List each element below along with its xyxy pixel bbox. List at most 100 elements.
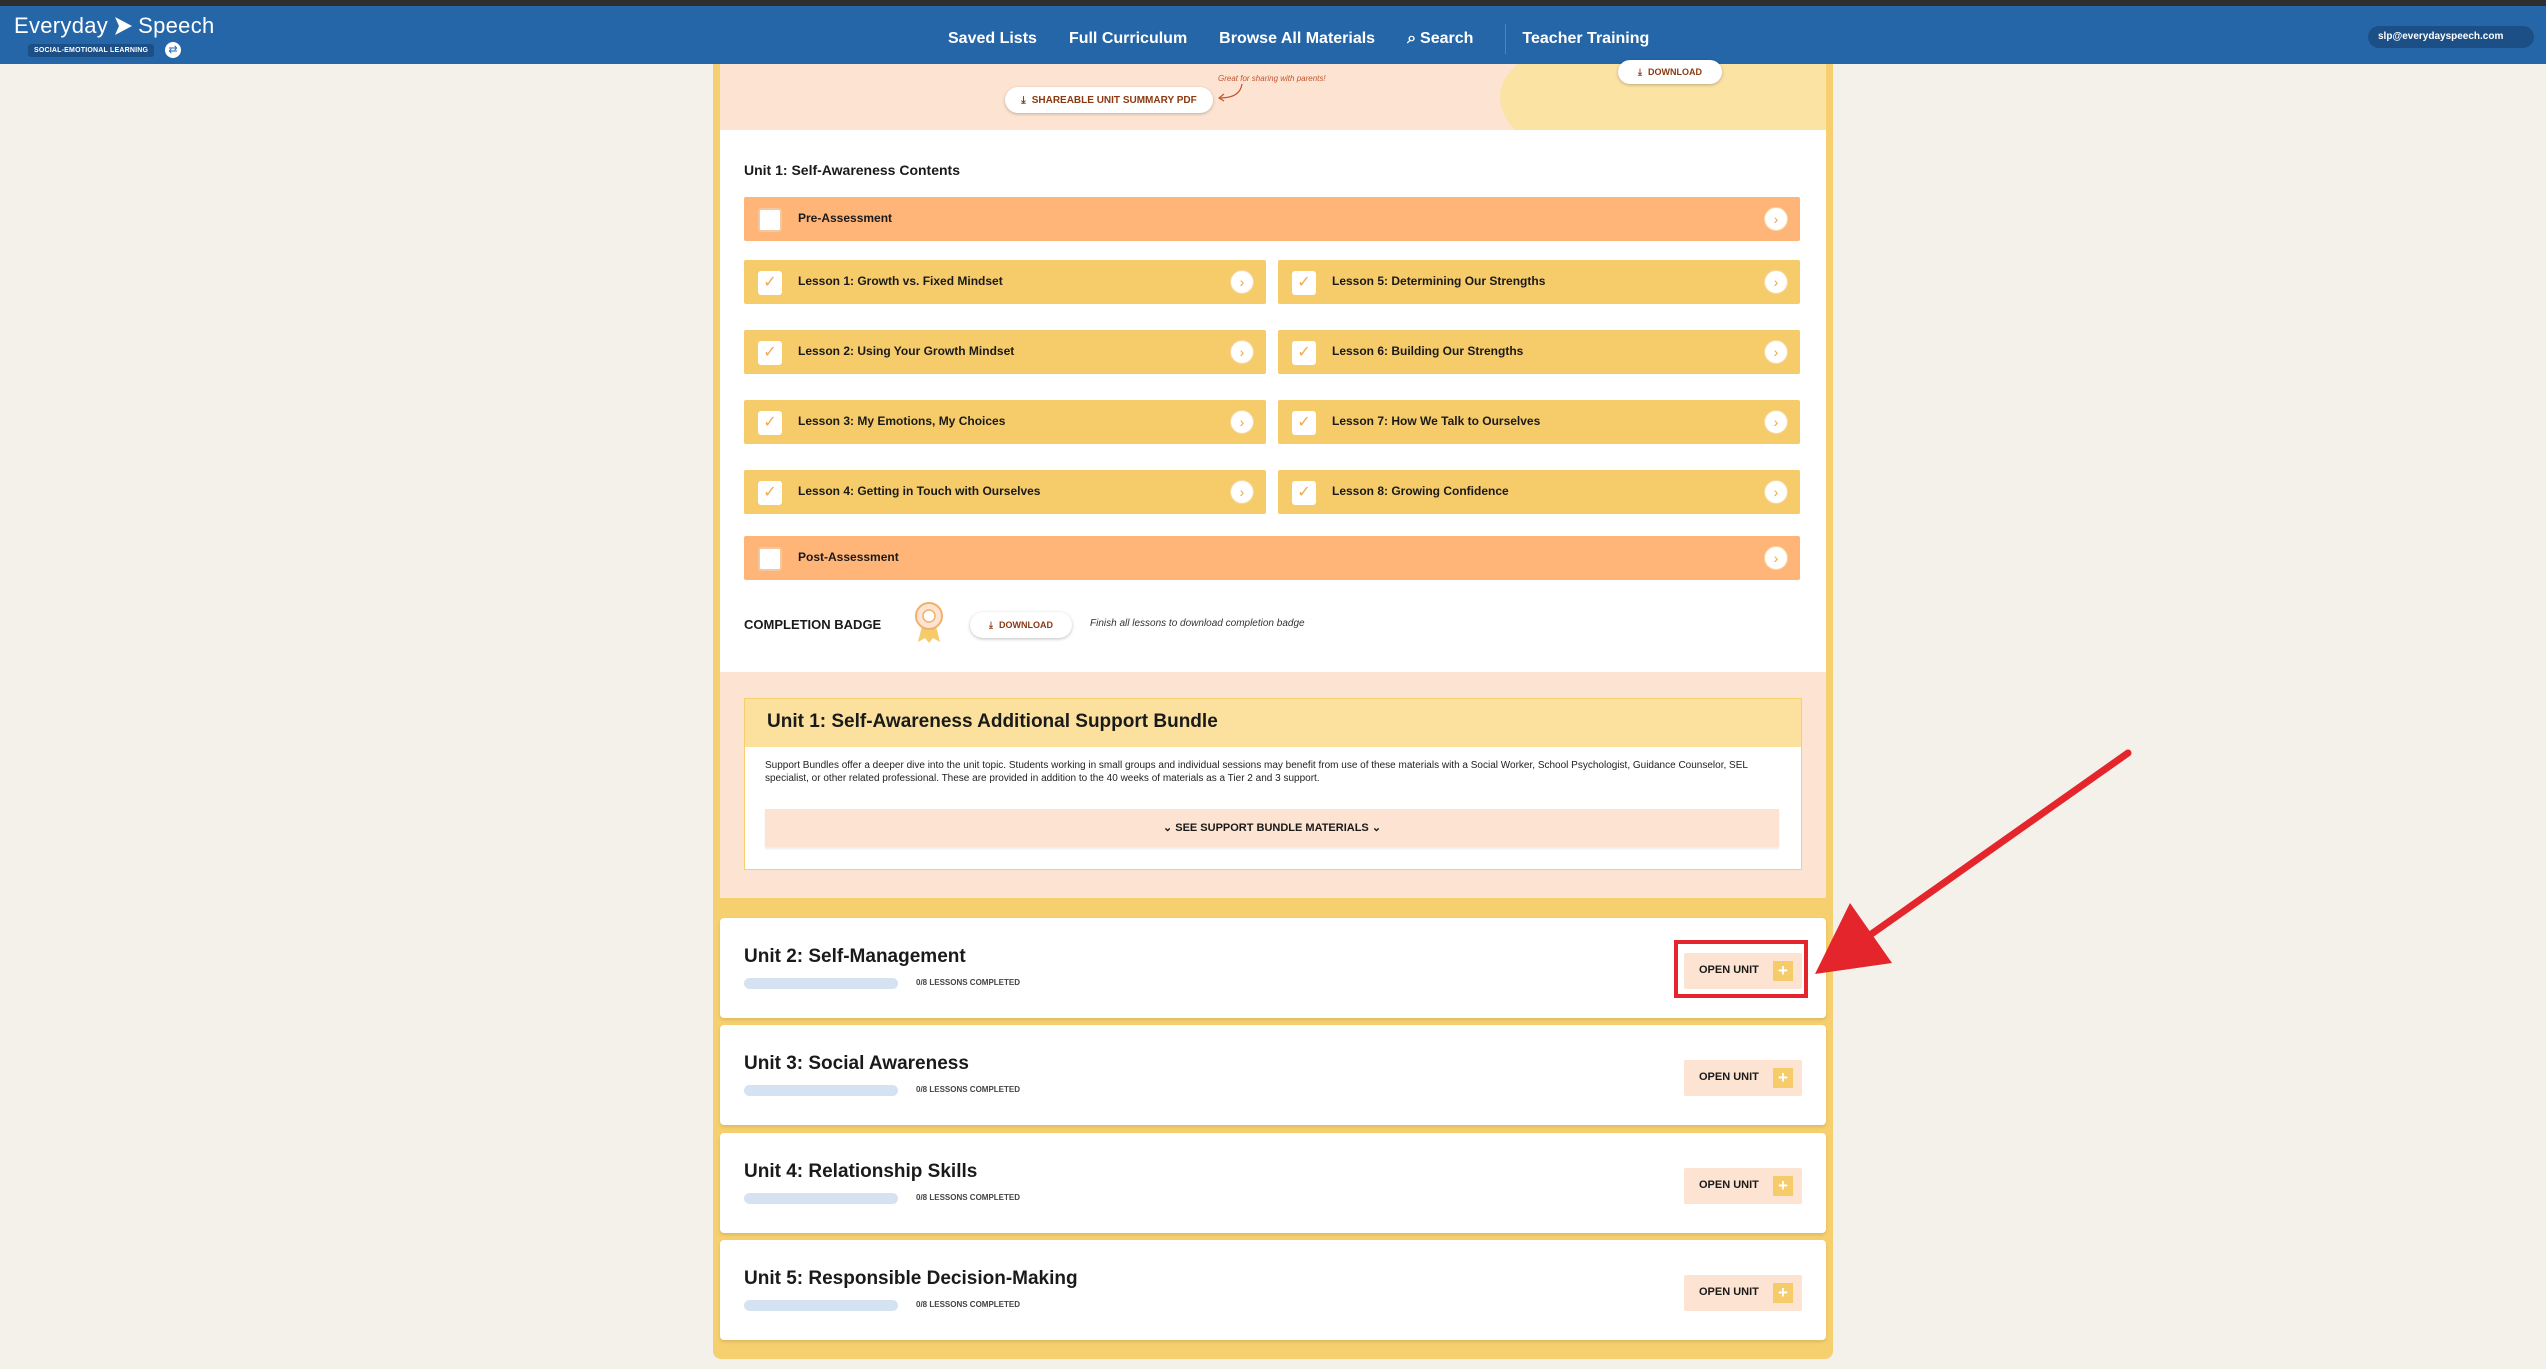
lesson-row[interactable]: ✓ Lesson 3: My Emotions, My Choices › bbox=[744, 400, 1266, 444]
chevron-right-icon[interactable]: › bbox=[1230, 270, 1254, 294]
unit-title: Unit 5: Responsible Decision-Making bbox=[744, 1268, 1078, 1289]
plus-icon: + bbox=[1773, 1283, 1793, 1303]
lesson-checkbox[interactable]: ✓ bbox=[1292, 481, 1316, 505]
chevron-down-icon: ⌄ bbox=[1162, 822, 1173, 834]
program-switch-icon[interactable]: ⇄ bbox=[165, 42, 181, 58]
lesson-row[interactable]: ✓ Lesson 2: Using Your Growth Mindset › bbox=[744, 330, 1266, 374]
post-assessment-checkbox[interactable] bbox=[758, 547, 782, 571]
pre-assessment-checkbox[interactable] bbox=[758, 208, 782, 232]
chevron-down-icon: ⌄ bbox=[1371, 822, 1382, 834]
lesson-label: Lesson 7: How We Talk to Ourselves bbox=[1332, 414, 1541, 428]
unit-progress-text: 0/8 LESSONS COMPLETED bbox=[916, 978, 1021, 987]
lesson-checkbox[interactable]: ✓ bbox=[758, 481, 782, 505]
badge-download-label: DOWNLOAD bbox=[998, 620, 1053, 630]
logo-text-speech: Speech bbox=[138, 13, 215, 38]
completion-badge-icon bbox=[915, 602, 943, 643]
completion-badge-title: COMPLETION BADGE bbox=[744, 617, 882, 632]
lesson-row[interactable]: ✓ Lesson 7: How We Talk to Ourselves › bbox=[1278, 400, 1800, 444]
chevron-right-icon[interactable]: › bbox=[1764, 270, 1788, 294]
nav-search-label: Search bbox=[1420, 30, 1474, 47]
see-support-bundle-button[interactable]: ⌄ SEE SUPPORT BUNDLE MATERIALS ⌄ bbox=[765, 809, 1779, 847]
badge-download-button[interactable]: ⤓ DOWNLOAD bbox=[970, 612, 1072, 638]
lesson-label: Lesson 2: Using Your Growth Mindset bbox=[798, 344, 1015, 358]
lesson-row[interactable]: ✓ Lesson 4: Getting in Touch with Oursel… bbox=[744, 470, 1266, 514]
annotation-arrow-icon bbox=[1815, 749, 2132, 974]
open-unit-button[interactable]: OPEN UNIT + bbox=[1684, 1060, 1802, 1096]
lesson-label: Lesson 6: Building Our Strengths bbox=[1332, 344, 1524, 358]
download-icon: ⤓ bbox=[1021, 94, 1026, 106]
post-assessment-label: Post-Assessment bbox=[798, 550, 899, 564]
unit-progress-bar bbox=[744, 1193, 898, 1204]
pre-assessment-row[interactable]: Pre-Assessment › bbox=[744, 197, 1800, 241]
unit-download-button[interactable]: ⤓ DOWNLOAD bbox=[1618, 60, 1722, 84]
nav-full-curriculum[interactable]: Full Curriculum bbox=[1069, 30, 1187, 48]
chevron-right-icon[interactable]: › bbox=[1764, 340, 1788, 364]
lesson-label: Lesson 4: Getting in Touch with Ourselve… bbox=[798, 484, 1041, 498]
unit-title: Unit 4: Relationship Skills bbox=[744, 1161, 978, 1182]
lesson-row[interactable]: ✓ Lesson 1: Growth vs. Fixed Mindset › bbox=[744, 260, 1266, 304]
unit-progress-bar bbox=[744, 1085, 898, 1096]
unit-progress-bar bbox=[744, 978, 898, 989]
chevron-right-icon[interactable]: › bbox=[1764, 480, 1788, 504]
search-icon: ⌕ bbox=[1407, 30, 1417, 47]
lesson-label: Lesson 1: Growth vs. Fixed Mindset bbox=[798, 274, 1003, 288]
lesson-row[interactable]: ✓ Lesson 5: Determining Our Strengths › bbox=[1278, 260, 1800, 304]
unit-progress-text: 0/8 LESSONS COMPLETED bbox=[916, 1085, 1021, 1094]
unit-download-label: DOWNLOAD bbox=[1647, 67, 1702, 77]
unit-progress-text: 0/8 LESSONS COMPLETED bbox=[916, 1300, 1021, 1309]
support-bundle-section: Unit 1: Self-Awareness Additional Suppor… bbox=[720, 672, 1826, 898]
nav-teacher-training[interactable]: Teacher Training bbox=[1522, 30, 1649, 48]
unit-progress-bar bbox=[744, 1300, 898, 1311]
plus-icon: + bbox=[1773, 1068, 1793, 1088]
plus-icon: + bbox=[1773, 961, 1793, 981]
pre-assessment-label: Pre-Assessment bbox=[798, 211, 893, 225]
nav-search[interactable]: ⌕ Search bbox=[1407, 30, 1473, 48]
unit-title: Unit 2: Self-Management bbox=[744, 946, 966, 967]
chevron-right-icon[interactable]: › bbox=[1764, 546, 1788, 570]
lesson-checkbox[interactable]: ✓ bbox=[1292, 271, 1316, 295]
lesson-checkbox[interactable]: ✓ bbox=[1292, 341, 1316, 365]
top-navigation-bar: Everyday Speech SOCIAL-EMOTIONAL LEARNIN… bbox=[0, 6, 2546, 64]
open-unit-label: OPEN UNIT bbox=[1699, 1071, 1759, 1083]
open-unit-button[interactable]: OPEN UNIT + bbox=[1684, 1168, 1802, 1204]
support-bundle-title: Unit 1: Self-Awareness Additional Suppor… bbox=[745, 699, 1801, 747]
chevron-right-icon[interactable]: › bbox=[1230, 480, 1254, 504]
support-bundle-card: Unit 1: Self-Awareness Additional Suppor… bbox=[744, 698, 1802, 870]
chevron-right-icon[interactable]: › bbox=[1230, 410, 1254, 434]
nav-saved-lists[interactable]: Saved Lists bbox=[948, 30, 1037, 48]
shareable-summary-label: SHAREABLE UNIT SUMMARY PDF bbox=[1031, 94, 1197, 106]
lesson-checkbox[interactable]: ✓ bbox=[1292, 411, 1316, 435]
open-unit-button[interactable]: OPEN UNIT + bbox=[1684, 1275, 1802, 1311]
lesson-row[interactable]: ✓ Lesson 6: Building Our Strengths › bbox=[1278, 330, 1800, 374]
open-unit-button[interactable]: OPEN UNIT + bbox=[1684, 953, 1802, 989]
download-icon: ⤓ bbox=[989, 619, 993, 630]
chevron-right-icon[interactable]: › bbox=[1764, 207, 1788, 231]
see-support-bundle-label: SEE SUPPORT BUNDLE MATERIALS bbox=[1175, 822, 1369, 834]
lesson-checkbox[interactable]: ✓ bbox=[758, 341, 782, 365]
unit-card: Unit 3: Social Awareness 0/8 LESSONS COM… bbox=[720, 1025, 1826, 1125]
badge-note: Finish all lessons to download completio… bbox=[1090, 618, 1305, 629]
nav-divider bbox=[1505, 24, 1507, 54]
logo[interactable]: Everyday Speech bbox=[14, 13, 215, 39]
shareable-summary-button[interactable]: ⤓ SHAREABLE UNIT SUMMARY PDF bbox=[1005, 87, 1213, 113]
lesson-checkbox[interactable]: ✓ bbox=[758, 271, 782, 295]
support-bundle-description: Support Bundles offer a deeper dive into… bbox=[765, 760, 1748, 784]
lesson-checkbox[interactable]: ✓ bbox=[758, 411, 782, 435]
nav-browse-all-materials[interactable]: Browse All Materials bbox=[1219, 30, 1375, 48]
chevron-right-icon[interactable]: › bbox=[1230, 340, 1254, 364]
logo-subtitle: SOCIAL-EMOTIONAL LEARNING bbox=[28, 44, 155, 57]
lesson-label: Lesson 3: My Emotions, My Choices bbox=[798, 414, 1006, 428]
unit-progress-text: 0/8 LESSONS COMPLETED bbox=[916, 1193, 1021, 1202]
chevron-right-icon[interactable]: › bbox=[1764, 410, 1788, 434]
lesson-row[interactable]: ✓ Lesson 8: Growing Confidence › bbox=[1278, 470, 1800, 514]
nav-links: Saved Lists Full Curriculum Browse All M… bbox=[948, 24, 1681, 54]
open-unit-label: OPEN UNIT bbox=[1699, 1179, 1759, 1191]
user-account-menu[interactable]: slp@everydayspeech.com ⌄ bbox=[2368, 26, 2546, 48]
unit-card: Unit 2: Self-Management 0/8 LESSONS COMP… bbox=[720, 918, 1826, 1018]
logo-text-everyday: Everyday bbox=[14, 13, 109, 38]
unit1-contents-title: Unit 1: Self-Awareness Contents bbox=[744, 162, 961, 178]
open-unit-label: OPEN UNIT bbox=[1699, 1286, 1759, 1298]
lesson-label: Lesson 8: Growing Confidence bbox=[1332, 484, 1509, 498]
open-unit-label: OPEN UNIT bbox=[1699, 964, 1759, 976]
post-assessment-row[interactable]: Post-Assessment › bbox=[744, 536, 1800, 580]
